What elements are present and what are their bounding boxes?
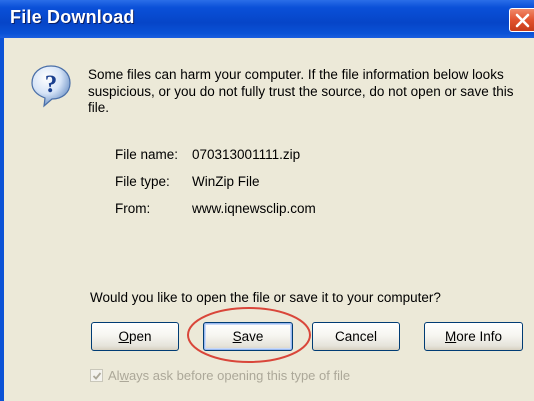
cancel-label: Cancel [334, 329, 378, 344]
file-type-label: File type: [115, 174, 170, 189]
window-title: File Download [10, 7, 135, 27]
more-info-mnemonic: M [444, 329, 457, 344]
always-ask-label-pre: Al [108, 368, 120, 383]
always-ask-label: Always ask before opening this type of f… [108, 368, 350, 383]
prompt-text: Would you like to open the file or save … [90, 290, 441, 305]
more-info-label-rest: ore Info [456, 329, 503, 344]
save-mnemonic: S [232, 329, 242, 344]
title-bar[interactable]: File Download [0, 0, 534, 38]
save-button[interactable]: Save [203, 322, 293, 351]
file-name-value: 070313001111.zip [192, 147, 301, 162]
save-label-rest: ave [241, 329, 264, 344]
question-icon: ? [31, 65, 71, 108]
close-button[interactable] [509, 8, 534, 32]
file-download-dialog: File Download ? Some files can harm your… [0, 0, 534, 401]
svg-text:?: ? [45, 71, 58, 98]
open-mnemonic: O [118, 329, 129, 344]
file-name-label: File name: [115, 147, 179, 162]
cancel-button[interactable]: Cancel [312, 322, 400, 351]
warning-text: Some files can harm your computer. If th… [88, 67, 514, 115]
from-value: www.iqnewsclip.com [192, 201, 316, 216]
open-label-rest: pen [128, 329, 152, 344]
file-type-value: WinZip File [192, 174, 260, 189]
always-ask-label-rest: ays ask before opening this type of file [128, 368, 351, 383]
checkmark-icon [92, 372, 102, 380]
close-icon [515, 13, 530, 28]
from-label: From: [115, 201, 151, 216]
open-button[interactable]: Open [91, 322, 179, 351]
always-ask-checkbox[interactable] [90, 369, 103, 382]
more-info-button[interactable]: More Info [424, 322, 523, 351]
always-ask-mnemonic: w [119, 368, 129, 383]
